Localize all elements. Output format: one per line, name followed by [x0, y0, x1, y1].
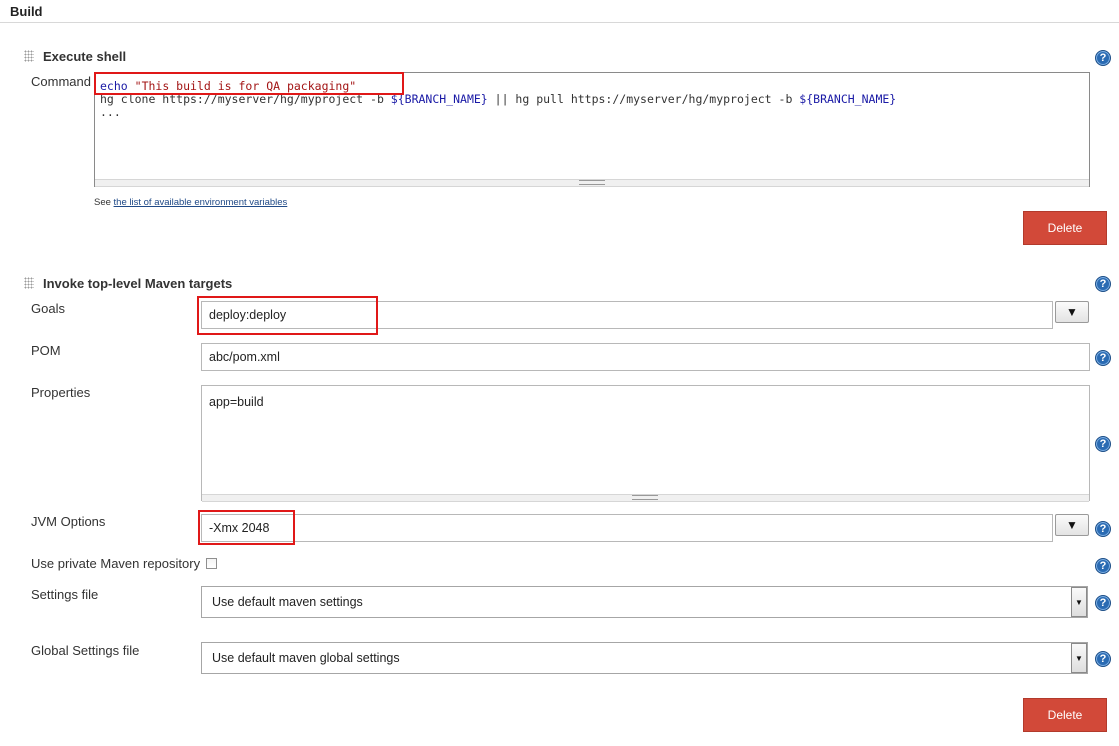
jvm-options-label: JVM Options — [31, 514, 106, 529]
textarea-resize-handle[interactable] — [202, 494, 1089, 502]
help-icon[interactable]: ? — [1095, 558, 1111, 574]
global-settings-file-select[interactable]: Use default maven global settings — [201, 642, 1088, 674]
delete-maven-button[interactable]: Delete — [1023, 698, 1107, 732]
highlight-box — [197, 296, 378, 335]
settings-file-label: Settings file — [31, 587, 99, 602]
section-divider — [0, 22, 1119, 23]
delete-shell-button[interactable]: Delete — [1023, 211, 1107, 245]
env-vars-link[interactable]: the list of available environment variab… — [114, 197, 288, 208]
highlight-box — [198, 510, 295, 545]
drag-handle-icon[interactable] — [24, 277, 34, 289]
pom-input[interactable]: abc/pom.xml — [201, 343, 1090, 371]
section-title: Build — [10, 4, 43, 19]
help-icon[interactable]: ? — [1095, 595, 1111, 611]
chevron-down-icon[interactable]: ▼ — [1071, 643, 1087, 673]
textarea-resize-handle[interactable] — [95, 179, 1089, 187]
properties-label: Properties — [31, 385, 91, 400]
shell-variable: ${BRANCH_NAME} — [799, 92, 897, 106]
private-repo-checkbox[interactable] — [206, 558, 217, 569]
help-icon[interactable]: ? — [1095, 276, 1111, 292]
resize-grip-icon — [579, 180, 605, 185]
help-icon[interactable]: ? — [1095, 50, 1111, 66]
hint-text: See — [94, 197, 114, 208]
command-text: || hg pull https://myserver/hg/myproject… — [487, 92, 800, 106]
properties-textarea[interactable]: app=build — [201, 385, 1090, 502]
goals-label: Goals — [31, 301, 65, 316]
help-icon[interactable]: ? — [1095, 651, 1111, 667]
jvm-options-input[interactable]: -Xmx 2048 — [201, 514, 1053, 542]
shell-variable: ${BRANCH_NAME} — [390, 92, 488, 106]
execute-shell-title: Execute shell — [43, 49, 127, 64]
jvm-options-expand-button[interactable]: ▼ — [1055, 514, 1089, 536]
help-icon[interactable]: ? — [1095, 350, 1111, 366]
command-label: Command — [31, 74, 91, 89]
help-icon[interactable]: ? — [1095, 436, 1111, 452]
maven-step-title: Invoke top-level Maven targets — [43, 276, 233, 291]
pom-label: POM — [31, 343, 61, 358]
resize-grip-icon — [632, 495, 658, 500]
settings-file-select[interactable]: Use default maven settings — [201, 586, 1088, 618]
env-vars-hint: See the list of available environment va… — [94, 193, 287, 208]
goals-expand-button[interactable]: ▼ — [1055, 301, 1089, 323]
global-settings-file-label: Global Settings file — [31, 643, 140, 658]
help-icon[interactable]: ? — [1095, 521, 1111, 537]
chevron-down-icon[interactable]: ▼ — [1071, 587, 1087, 617]
private-repo-label: Use private Maven repository — [31, 556, 201, 571]
command-line-3: ... — [100, 105, 121, 119]
properties-value: app=build — [209, 395, 264, 409]
drag-handle-icon[interactable] — [24, 50, 34, 62]
highlight-box — [94, 72, 404, 95]
